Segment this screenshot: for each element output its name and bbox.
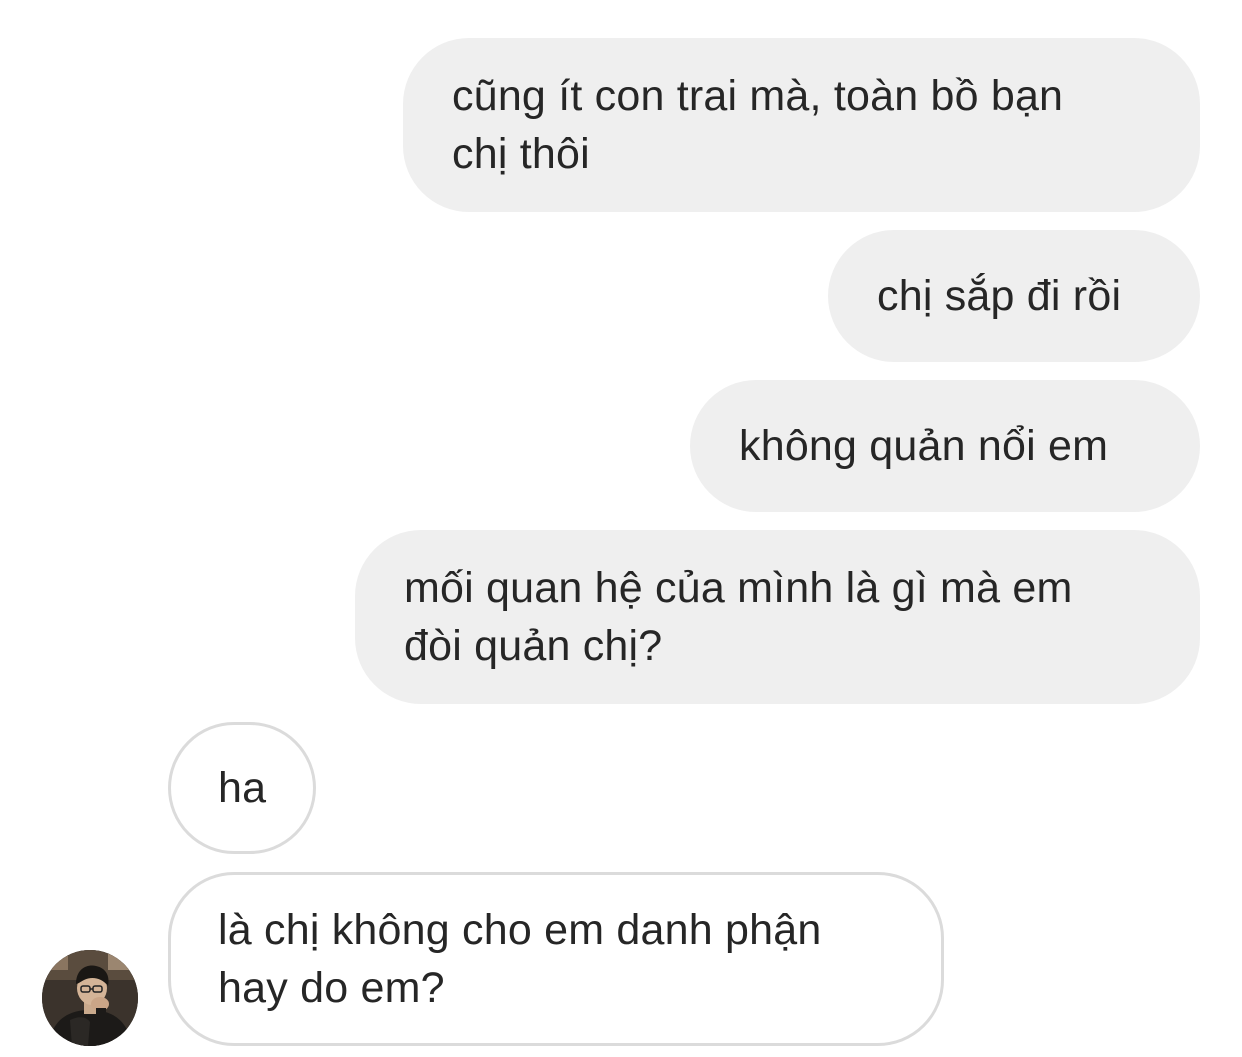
received-message-bubble[interactable]: ha bbox=[168, 722, 316, 854]
received-message-bubble[interactable]: là chị không cho em danh phận hay do em? bbox=[168, 872, 944, 1046]
sent-message-bubble[interactable]: chị sắp đi rồi bbox=[828, 230, 1200, 362]
avatar[interactable] bbox=[42, 950, 138, 1046]
user-avatar-photo-icon bbox=[42, 950, 138, 1046]
sent-message-bubble[interactable]: cũng ít con trai mà, toàn bồ bạn chị thô… bbox=[403, 38, 1200, 212]
sent-message-bubble[interactable]: mối quan hệ của mình là gì mà em đòi quả… bbox=[355, 530, 1200, 704]
sent-message-bubble[interactable]: không quản nổi em bbox=[690, 380, 1200, 512]
